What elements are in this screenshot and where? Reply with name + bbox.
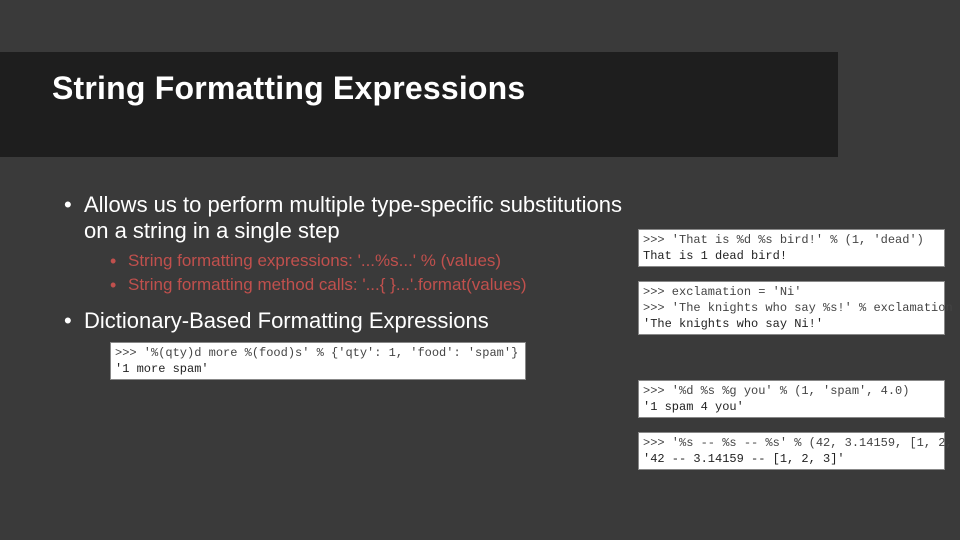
code-line: >>> exclamation = 'Ni' (643, 285, 801, 299)
code-example-3: >>> '%d %s %g you' % (1, 'spam', 4.0) '1… (638, 380, 945, 418)
bullet-text-1a: String formatting expressions: '...%s...… (128, 250, 624, 272)
bullet-item-1b: String formatting method calls: '...{ }.… (110, 274, 624, 296)
code-line: >>> '%s -- %s -- %s' % (42, 3.14159, [1,… (643, 436, 960, 450)
code-example-2: >>> exclamation = 'Ni' >>> 'The knights … (638, 281, 945, 335)
code-line: That is 1 dead bird! (643, 249, 787, 263)
code-example-5: >>> '%(qty)d more %(food)s' % {'qty': 1,… (110, 342, 526, 380)
code-line: 'The knights who say Ni!' (643, 317, 823, 331)
bullet-item-2: Dictionary-Based Formatting Expressions (64, 308, 624, 334)
code-line: '1 spam 4 you' (643, 400, 744, 414)
code-line: >>> '%d %s %g you' % (1, 'spam', 4.0) (643, 384, 909, 398)
slide-body: Allows us to perform multiple type-speci… (64, 192, 624, 346)
code-line: >>> '%(qty)d more %(food)s' % {'qty': 1,… (115, 346, 518, 360)
bullet-list-level2: String formatting expressions: '...%s...… (110, 250, 624, 296)
slide-header: String Formatting Expressions (0, 52, 838, 157)
code-example-4: >>> '%s -- %s -- %s' % (42, 3.14159, [1,… (638, 432, 945, 470)
bullet-text-1b: String formatting method calls: '...{ }.… (128, 274, 624, 296)
bullet-text-2: Dictionary-Based Formatting Expressions (84, 308, 624, 334)
bullet-item-1: Allows us to perform multiple type-speci… (64, 192, 624, 296)
code-line: >>> 'The knights who say %s!' % exclamat… (643, 301, 953, 315)
code-line: '42 -- 3.14159 -- [1, 2, 3]' (643, 452, 845, 466)
bullet-list-level1: Allows us to perform multiple type-speci… (64, 192, 624, 334)
code-example-1: >>> 'That is %d %s bird!' % (1, 'dead') … (638, 229, 945, 267)
bullet-text-1: Allows us to perform multiple type-speci… (84, 192, 624, 244)
code-line: '1 more spam' (115, 362, 209, 376)
code-line: >>> 'That is %d %s bird!' % (1, 'dead') (643, 233, 924, 247)
slide-title: String Formatting Expressions (52, 70, 838, 107)
bullet-item-1a: String formatting expressions: '...%s...… (110, 250, 624, 272)
